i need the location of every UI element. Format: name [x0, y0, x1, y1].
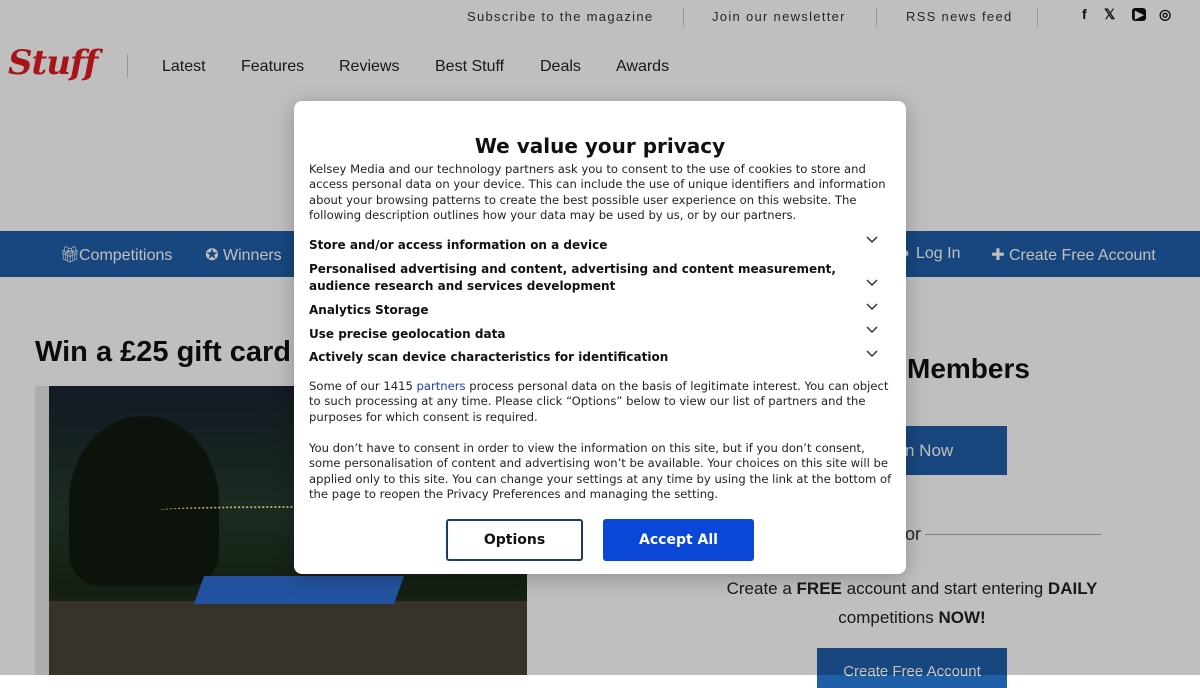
purpose-device-scan[interactable]: Actively scan device characteristics for…	[309, 349, 854, 366]
consent-intro: Kelsey Media and our technology partners…	[309, 162, 886, 223]
purpose-storage[interactable]: Store and/or access information on a dev…	[309, 237, 854, 254]
privacy-consent-dialog: We value your privacy Kelsey Media and o…	[294, 101, 906, 574]
purpose-advertising[interactable]: Personalised advertising and content, ad…	[309, 261, 854, 295]
purpose-analytics[interactable]: Analytics Storage	[309, 302, 854, 319]
legit-text: Some of our 1415	[309, 379, 417, 393]
chevron-down-icon[interactable]	[866, 303, 882, 317]
dialog-title: We value your privacy	[474, 134, 726, 158]
chevron-down-icon[interactable]	[866, 326, 882, 340]
accept-all-button[interactable]: Accept All	[603, 519, 754, 561]
legitimate-interest-text: Some of our 1415 partners process person…	[309, 379, 894, 425]
chevron-down-icon[interactable]	[866, 350, 882, 364]
chevron-down-icon[interactable]	[866, 279, 882, 293]
options-button[interactable]: Options	[446, 519, 583, 561]
chevron-down-icon[interactable]	[866, 236, 882, 250]
purpose-geolocation[interactable]: Use precise geolocation data	[309, 326, 854, 343]
consent-note: You don’t have to consent in order to vi…	[309, 441, 892, 502]
partners-link[interactable]: partners	[417, 379, 466, 393]
